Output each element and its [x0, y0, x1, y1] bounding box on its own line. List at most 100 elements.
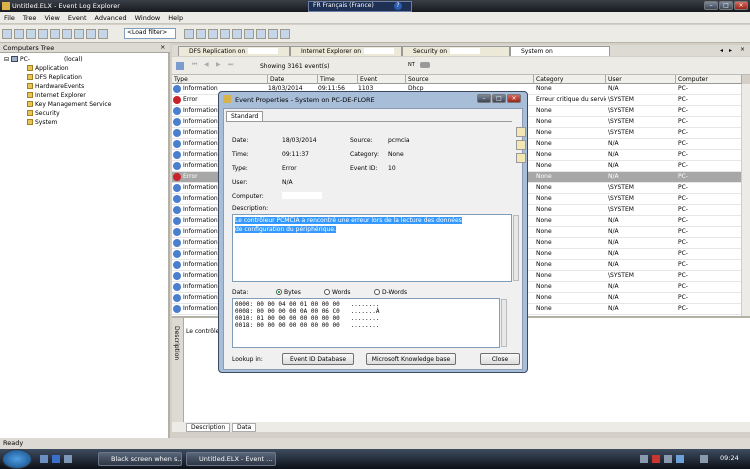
tray-icon[interactable]	[640, 455, 648, 463]
dialog-maximize-button[interactable]: □	[492, 94, 506, 103]
cut-icon[interactable]	[196, 29, 206, 39]
copy-icon[interactable]	[208, 29, 218, 39]
data-hex-view[interactable]: 0000: 00 00 04 00 01 00 00 00 ........ 0…	[232, 298, 500, 348]
menu-tree[interactable]: Tree	[19, 14, 41, 22]
collapse-icon[interactable]: ⊟	[4, 56, 9, 63]
switch-windows-icon[interactable]	[64, 455, 72, 463]
find-next-icon[interactable]	[244, 29, 254, 39]
event-table-scrollbar[interactable]	[741, 84, 750, 316]
show-desktop-icon[interactable]	[40, 455, 48, 463]
radio-bytes[interactable]: Bytes	[276, 289, 301, 296]
description-scrollbar[interactable]	[513, 215, 519, 281]
tree-log-internet-explorer[interactable]: Internet Explorer	[27, 92, 86, 99]
properties-icon[interactable]	[86, 28, 96, 39]
log-icon[interactable]	[38, 28, 48, 39]
description-textarea[interactable]: Le contrôleur PCMCIA a rencontré une err…	[232, 214, 512, 282]
col-type[interactable]: Type	[172, 75, 268, 84]
ie-launch-icon[interactable]	[52, 455, 60, 463]
menu-event[interactable]: Event	[64, 14, 91, 22]
tray-security-icon[interactable]	[652, 455, 660, 463]
dialog-close-button[interactable]: Close	[480, 353, 520, 365]
cell-category: None	[536, 228, 552, 235]
taskbar-item-browser[interactable]: Black screen when s...	[98, 452, 182, 466]
copy-event-icon[interactable]	[516, 153, 526, 163]
print-icon[interactable]	[74, 28, 84, 39]
taskbar-clock[interactable]: 09:24	[720, 454, 739, 462]
col-time[interactable]: Time	[318, 75, 358, 84]
cell-category: None	[536, 294, 552, 301]
tab-system[interactable]: System on	[510, 46, 610, 56]
dialog-minimize-button[interactable]: –	[477, 94, 491, 103]
tab-security[interactable]: Security on	[402, 46, 510, 56]
go-up-icon[interactable]	[516, 127, 526, 137]
close-tree-icon[interactable]: ×	[160, 43, 165, 51]
filter-edit-icon[interactable]	[184, 29, 194, 39]
tree-log-security[interactable]: Security	[27, 110, 60, 117]
open-icon[interactable]	[50, 28, 60, 39]
data-scrollbar[interactable]	[501, 299, 507, 347]
cell-user: N/A	[608, 305, 619, 312]
col-date[interactable]: Date	[268, 75, 318, 84]
load-filter-dropdown[interactable]: <Load filter>	[124, 28, 176, 39]
tab-standard[interactable]: Standard	[226, 111, 264, 121]
last-page-icon[interactable]: ⏭	[228, 61, 233, 69]
col-user[interactable]: User	[606, 75, 676, 84]
find-icon[interactable]	[232, 29, 242, 39]
tab-scroll-right-icon[interactable]: ▸	[729, 47, 732, 54]
tree-computer[interactable]: ⊟ PC- (local)	[4, 56, 83, 63]
tree-log-application[interactable]: Application	[27, 65, 69, 72]
tray-misc-icon[interactable]	[700, 455, 708, 463]
event-id-database-button[interactable]: Event ID Database	[282, 353, 354, 365]
start-button[interactable]	[2, 449, 32, 469]
col-source[interactable]: Source	[406, 75, 534, 84]
radio-dwords[interactable]: D-Words	[374, 289, 407, 296]
info-icon	[173, 129, 181, 137]
col-event[interactable]: Event	[358, 75, 406, 84]
tree-log-system[interactable]: System	[27, 119, 57, 126]
microsoft-kb-button[interactable]: Microsoft Knowledge base	[366, 353, 456, 365]
dialog-title-bar: Event Properties - System on PC-DE-FLORE…	[219, 92, 527, 107]
prev-page-icon[interactable]: ◀	[204, 61, 209, 68]
minimize-button[interactable]: –	[704, 1, 718, 10]
col-computer[interactable]: Computer	[676, 75, 742, 84]
info-icon	[173, 250, 181, 258]
cell-category: Erreur critique du service	[536, 96, 606, 103]
tray-network-icon[interactable]	[664, 455, 672, 463]
col-category[interactable]: Category	[534, 75, 606, 84]
menu-window[interactable]: Window	[131, 14, 165, 22]
close-window-button[interactable]: ×	[734, 1, 748, 10]
cell-computer: PC-	[678, 228, 688, 235]
delete-icon[interactable]	[220, 29, 230, 39]
bookmark-icon[interactable]	[256, 29, 266, 39]
tree-log-dfs-replication[interactable]: DFS Replication	[27, 74, 82, 81]
tab-data[interactable]: Data	[232, 423, 257, 432]
window-icon[interactable]	[268, 29, 278, 39]
tray-volume-icon[interactable]	[676, 455, 684, 463]
radio-words[interactable]: Words	[324, 289, 351, 296]
tree-log-key-management[interactable]: Key Management Service	[27, 101, 111, 108]
save-icon[interactable]	[62, 28, 72, 39]
tree-log-hardware-events[interactable]: HardwareEvents	[27, 83, 84, 90]
eraser-icon[interactable]	[420, 62, 430, 68]
tab-close-icon[interactable]: ×	[740, 46, 745, 53]
menu-view[interactable]: View	[40, 14, 63, 22]
menu-advanced[interactable]: Advanced	[91, 14, 131, 22]
help-toolbar-icon[interactable]	[280, 29, 290, 39]
tab-description[interactable]: Description	[186, 423, 231, 432]
tab-scroll-left-icon[interactable]: ◂	[720, 47, 723, 54]
tab-internet-explorer[interactable]: Internet Explorer on	[290, 46, 402, 56]
refresh-icon[interactable]	[26, 28, 36, 39]
menu-file[interactable]: File	[0, 14, 19, 22]
help-icon[interactable]: ?	[394, 2, 402, 10]
taskbar-item-event-log[interactable]: Untitled.ELX - Event ...	[186, 452, 276, 466]
tab-dfs-replication[interactable]: DFS Replication on	[178, 46, 290, 56]
dialog-close-x-button[interactable]: ×	[507, 94, 521, 103]
new-icon[interactable]	[2, 28, 12, 39]
next-page-icon[interactable]: ▶	[216, 61, 221, 68]
menu-help[interactable]: Help	[164, 14, 187, 22]
open-computer-icon[interactable]	[14, 28, 24, 39]
first-page-icon[interactable]: ⏮	[192, 61, 197, 69]
go-down-icon[interactable]	[516, 140, 526, 150]
maximize-button[interactable]: □	[719, 1, 733, 10]
filter-icon[interactable]	[98, 28, 108, 39]
